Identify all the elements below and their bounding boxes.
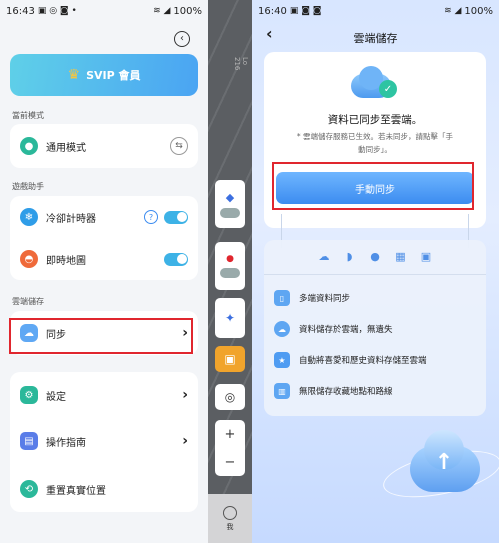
reset-pin-icon: ⟲ <box>20 480 38 498</box>
profile-label: 我 <box>226 522 234 531</box>
page-title: 雲端儲存 <box>353 32 398 45</box>
android-icon: ◗ <box>346 249 353 263</box>
signal-icon: ≋ ◢ <box>153 6 171 16</box>
folders-icon: ▥ <box>274 383 290 399</box>
reset-location-label: 重置真實位置 <box>46 485 106 497</box>
feature-item: ▥ 無限儲存收藏地點和路線 <box>274 376 485 406</box>
synced-heading: 資料已同步至雲端。 <box>327 114 423 126</box>
map-tool-4[interactable]: ▣ <box>215 346 245 372</box>
windows-icon: ▦ <box>395 249 406 263</box>
map-street-label: Lo 216 <box>233 57 249 71</box>
current-mode-card: ● 通用模式 ⇆ <box>10 124 198 168</box>
map-background-strip: Lo 216 ◆ ● ✦ ▣ ◎ + − 我 <box>208 0 252 543</box>
svip-banner[interactable]: ♛ SVIP 會員 <box>10 54 198 96</box>
row-guide[interactable]: ▤ 操作指南 › <box>10 422 198 460</box>
section-cloud-storage: 雲端儲存 <box>12 297 44 306</box>
status-bar: 16:43 ▣ ◎ ◙ • ≋ ◢ 100% <box>0 0 208 22</box>
map-toggle-2[interactable] <box>220 268 240 278</box>
feature-text: 自動將喜愛和歷史資料存儲至雲端 <box>299 356 427 366</box>
live-map-label: 即時地圖 <box>46 255 86 267</box>
marker-icon: ● <box>226 254 234 264</box>
status-icons: ▣ ◙ ◙ <box>289 6 322 16</box>
live-map-toggle[interactable] <box>164 252 188 266</box>
map-tool-3[interactable]: ✦ <box>215 298 245 338</box>
feature-item: ▯ 多端資料同步 <box>274 283 485 313</box>
feature-item: ★ 自動將喜愛和歷史資料存儲至雲端 <box>274 345 485 375</box>
cooldown-timer-label: 冷卻計時器 <box>46 213 96 225</box>
map-tool-group-2[interactable]: ● <box>215 242 245 290</box>
help-icon[interactable]: ? <box>144 210 158 224</box>
manual-sync-highlight-box <box>272 162 474 210</box>
cloud-upload-illustration: ↑ <box>379 420 499 512</box>
devices-icon: ▯ <box>274 290 290 306</box>
apple-icon: ● <box>370 249 380 263</box>
profile-icon[interactable] <box>223 505 237 520</box>
settings-label: 設定 <box>46 391 66 403</box>
zoom-out-button[interactable]: − <box>225 455 236 470</box>
feature-item: ☁ 資料儲存於雲端，無遺失 <box>274 314 485 344</box>
cloud-platform-icon: ☁ <box>318 249 330 263</box>
feature-text: 多端資料同步 <box>299 294 351 304</box>
battery-level: 100% <box>464 5 493 17</box>
crosshair-icon: ◎ <box>224 390 236 404</box>
status-time: 16:40 <box>258 5 287 17</box>
left-screen: 16:43 ▣ ◎ ◙ • ≋ ◢ 100% ‹ ♛ SVIP 會員 當前模式 … <box>0 0 208 543</box>
row-cooldown-timer[interactable]: ❄ 冷卻計時器 ? <box>10 198 198 236</box>
switch-mode-icon[interactable]: ⇆ <box>170 137 188 155</box>
feature-text: 無限儲存收藏地點和路線 <box>299 387 393 397</box>
features-divider <box>264 274 486 275</box>
map-bottom-bar: 我 <box>208 494 252 543</box>
cloud-storage-icon: ☁ <box>274 321 290 337</box>
locate-button[interactable]: ◎ <box>215 384 245 410</box>
signal-icon: ≋ ◢ <box>444 6 462 16</box>
collapse-icon[interactable]: ‹ <box>174 31 190 47</box>
star-icon: ★ <box>274 352 290 368</box>
section-game-helper: 遊戲助手 <box>12 182 44 191</box>
battery-level: 100% <box>173 5 202 17</box>
svip-label: SVIP 會員 <box>86 69 141 82</box>
ticket-icon: ▣ <box>224 352 236 366</box>
right-screen: 16:40 ▣ ◙ ◙ ≋ ◢ 100% ‹ 雲端儲存 ✓ 資料已同步至雲端。 … <box>252 0 499 543</box>
pokeball-icon: ◓ <box>20 250 38 268</box>
feature-text: 資料儲存於雲端，無遺失 <box>299 325 393 335</box>
row-reset-location[interactable]: ⟲ 重置真實位置 <box>10 470 198 508</box>
section-current-mode: 當前模式 <box>12 111 44 120</box>
row-settings[interactable]: ⚙ 設定 › <box>10 376 198 414</box>
cloud-check-icon: ✓ <box>351 66 399 100</box>
chevron-right-icon: › <box>182 433 188 449</box>
finder-icon: ▣ <box>420 249 432 263</box>
status-bar: 16:40 ▣ ◙ ◙ ≋ ◢ 100% <box>252 0 499 22</box>
gear-icon: ⚙ <box>20 386 38 404</box>
chevron-right-icon: › <box>182 387 188 403</box>
gamepad-icon: ◆ <box>225 190 235 204</box>
zoom-control: + − <box>215 420 245 476</box>
pin-icon: ✦ <box>224 311 236 325</box>
status-time: 16:43 <box>6 5 35 17</box>
map-tool-group[interactable]: ◆ <box>215 180 245 228</box>
game-helper-card: ❄ 冷卻計時器 ? ◓ 即時地圖 <box>10 196 198 280</box>
location-pin-icon: ● <box>20 137 38 155</box>
crown-icon: ♛ <box>67 67 81 83</box>
more-card: ⚙ 設定 › ▤ 操作指南 › ⟲ 重置真實位置 <box>10 372 198 512</box>
platform-icons: ☁ ◗ ● ▦ ▣ <box>316 248 434 266</box>
row-live-map[interactable]: ◓ 即時地圖 <box>10 240 198 278</box>
zoom-in-button[interactable]: + <box>225 427 236 442</box>
snowflake-icon: ❄ <box>20 208 38 226</box>
book-icon: ▤ <box>20 432 38 450</box>
cooldown-timer-toggle[interactable] <box>164 210 188 224</box>
map-toggle[interactable] <box>220 207 240 218</box>
sync-highlight-box <box>9 318 193 354</box>
sync-note: * 雲端儲存服務已生效。若未同步，請點擊「手動同步」。 <box>296 132 454 154</box>
general-mode-label: 通用模式 <box>46 142 86 154</box>
guide-label: 操作指南 <box>46 437 86 449</box>
row-general-mode[interactable]: ● 通用模式 ⇆ <box>10 127 198 165</box>
status-icons: ▣ ◎ ◙ • <box>37 6 77 16</box>
